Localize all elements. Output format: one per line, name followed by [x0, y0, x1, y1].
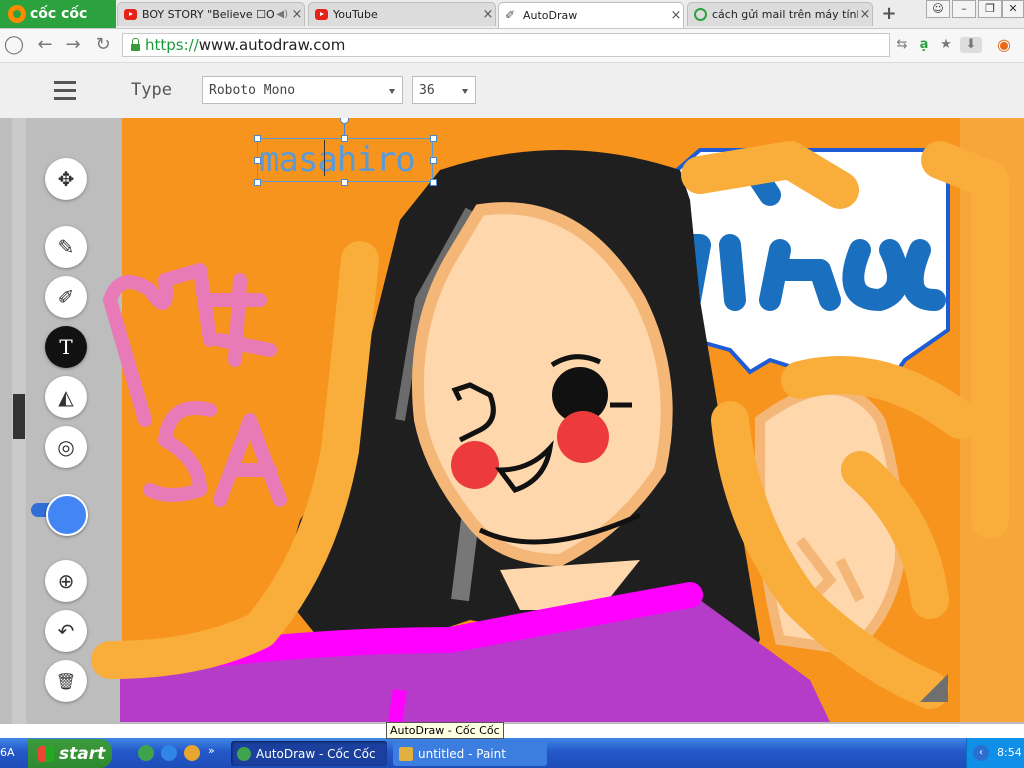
tab-boy-story[interactable]: BOY STORY "Believe ☐O ◀) × — [117, 2, 305, 26]
type-tool-icon[interactable]: T — [45, 326, 87, 368]
canvas-text[interactable]: masahiro — [259, 140, 416, 180]
new-tab-button[interactable]: + — [876, 4, 902, 24]
chevron-down-icon — [462, 89, 468, 94]
coccoc-logo[interactable]: cốc cốc — [0, 0, 116, 28]
drawing-canvas[interactable] — [0, 118, 1024, 724]
right-cheek — [557, 411, 609, 463]
taskbar-paint-window[interactable]: untitled - Paint — [393, 741, 547, 766]
resize-handle[interactable] — [254, 179, 261, 186]
taskbar-tooltip: AutoDraw - Cốc Cốc — [386, 722, 504, 739]
audio-icon[interactable]: ◀) — [276, 9, 288, 20]
minimize-button[interactable]: – — [952, 0, 976, 18]
font-select-value: Roboto Mono — [209, 83, 296, 98]
left-cheek — [451, 441, 499, 489]
tab-label: cách gửi mail trên máy tính - — [712, 8, 858, 21]
hair-highlight-lower — [451, 518, 479, 602]
tab-youtube[interactable]: YouTube × — [308, 2, 496, 26]
shape-tool-icon[interactable]: ◎ — [45, 426, 87, 468]
bookmark-star-icon[interactable]: ★ — [938, 37, 954, 53]
coccoc-icon — [237, 746, 251, 761]
resize-handle[interactable] — [430, 157, 437, 164]
navigation-bar: ◯ ← → ↻ https:// www.autodraw.com ⇆ ạ ★ … — [0, 29, 1024, 63]
font-size-select[interactable]: 36 — [412, 76, 476, 104]
coccoc-menu-icon[interactable]: ◉ — [996, 37, 1012, 53]
taskbar-button-label: untitled - Paint — [418, 746, 506, 761]
close-tab-icon[interactable]: × — [858, 7, 872, 22]
download-icon[interactable]: ⬇ — [960, 37, 982, 53]
coccoc-logo-icon — [8, 5, 26, 23]
address-bar[interactable]: https:// www.autodraw.com — [122, 33, 890, 57]
windows-logo-icon — [38, 745, 54, 762]
translate-icon[interactable]: ⇆ — [894, 37, 910, 53]
tab-label: AutoDraw — [523, 9, 578, 22]
undo-icon[interactable]: ↶ — [45, 610, 87, 652]
resize-handle[interactable] — [430, 135, 437, 142]
close-tab-icon[interactable]: × — [290, 7, 304, 22]
paint-icon — [399, 746, 413, 761]
quicklaunch-more-icon[interactable]: » — [208, 744, 215, 757]
resize-handle[interactable] — [430, 179, 437, 186]
coccoc-home-icon[interactable]: ◯ — [3, 34, 25, 56]
clock[interactable]: 8:54 S — [997, 746, 1024, 759]
canvas-area[interactable]: masahiro ✥ ✎ ✐ T ◭ ◎ ⊕ ↶ 🗑 — [0, 118, 1024, 724]
scrollbar-thumb[interactable] — [13, 394, 25, 439]
color-picker-button[interactable] — [46, 494, 88, 536]
text-cursor — [324, 140, 325, 176]
coccoc-brand-text: cốc cốc — [30, 6, 88, 22]
restore-button[interactable]: ❐ — [978, 0, 1002, 18]
chrome-quicklaunch-icon[interactable] — [184, 745, 200, 761]
url-host: www.autodraw.com — [198, 36, 346, 54]
canvas-resize-corner[interactable] — [920, 674, 948, 702]
tab-autodraw[interactable]: ✐ AutoDraw × — [498, 2, 684, 28]
lock-icon — [131, 37, 140, 51]
autodraw-tool-icon[interactable]: ✎ — [45, 226, 87, 268]
url-scheme: https:// — [145, 36, 199, 54]
shirt-stripe — [388, 688, 407, 724]
coccoc-quicklaunch-icon[interactable] — [138, 745, 154, 761]
tab-label: YouTube — [333, 8, 378, 21]
font-select[interactable]: Roboto Mono — [202, 76, 403, 104]
typing-icon[interactable]: ạ — [916, 37, 932, 53]
tab-gmail-howto[interactable]: cách gửi mail trên máy tính - × — [687, 2, 873, 26]
reload-icon[interactable]: ↻ — [92, 34, 114, 56]
move-tool-icon[interactable]: ✥ — [45, 158, 87, 200]
taskbar-button-label: AutoDraw - Cốc Cốc — [256, 746, 376, 761]
youtube-icon — [124, 9, 137, 20]
browser-tab-strip: cốc cốc BOY STORY "Believe ☐O ◀) × YouTu… — [0, 0, 1024, 29]
chevron-down-icon — [389, 89, 395, 94]
system-tray: ‹ 8:54 S — [966, 738, 1024, 768]
close-tab-icon[interactable]: × — [481, 7, 495, 22]
draw-tool-icon[interactable]: ✐ — [45, 276, 87, 318]
coccoc-icon — [694, 8, 707, 21]
type-label: Type — [131, 80, 172, 100]
profile-icon[interactable]: ☺ — [926, 0, 950, 18]
tab-label: BOY STORY "Believe ☐O — [142, 8, 275, 21]
clipped-text: 6A — [0, 746, 15, 759]
fill-tool-icon[interactable]: ◭ — [45, 376, 87, 418]
close-window-button[interactable]: ✕ — [1002, 0, 1024, 18]
delete-icon[interactable]: 🗑 — [45, 660, 87, 702]
browser-quicklaunch-icon[interactable] — [161, 745, 177, 761]
autodraw-toolbar: Type Roboto Mono 36 — [0, 63, 1024, 119]
left-scrollbar[interactable] — [12, 118, 26, 724]
resize-handle[interactable] — [341, 179, 348, 186]
font-size-value: 36 — [419, 83, 435, 98]
forward-icon[interactable]: → — [62, 34, 84, 56]
taskbar-autodraw-window[interactable]: AutoDraw - Cốc Cốc — [231, 741, 387, 766]
start-label: start — [59, 743, 106, 764]
zoom-icon[interactable]: ⊕ — [45, 560, 87, 602]
start-button[interactable]: start — [28, 739, 112, 768]
autodraw-icon: ✐ — [505, 8, 516, 22]
close-tab-icon[interactable]: × — [669, 8, 683, 23]
tray-expand-icon[interactable]: ‹ — [973, 745, 989, 761]
youtube-icon — [315, 9, 328, 20]
back-icon[interactable]: ← — [34, 34, 56, 56]
menu-icon[interactable] — [54, 81, 76, 105]
windows-taskbar: 6A start » AutoDraw - Cốc Cốc untitled -… — [0, 738, 1024, 768]
